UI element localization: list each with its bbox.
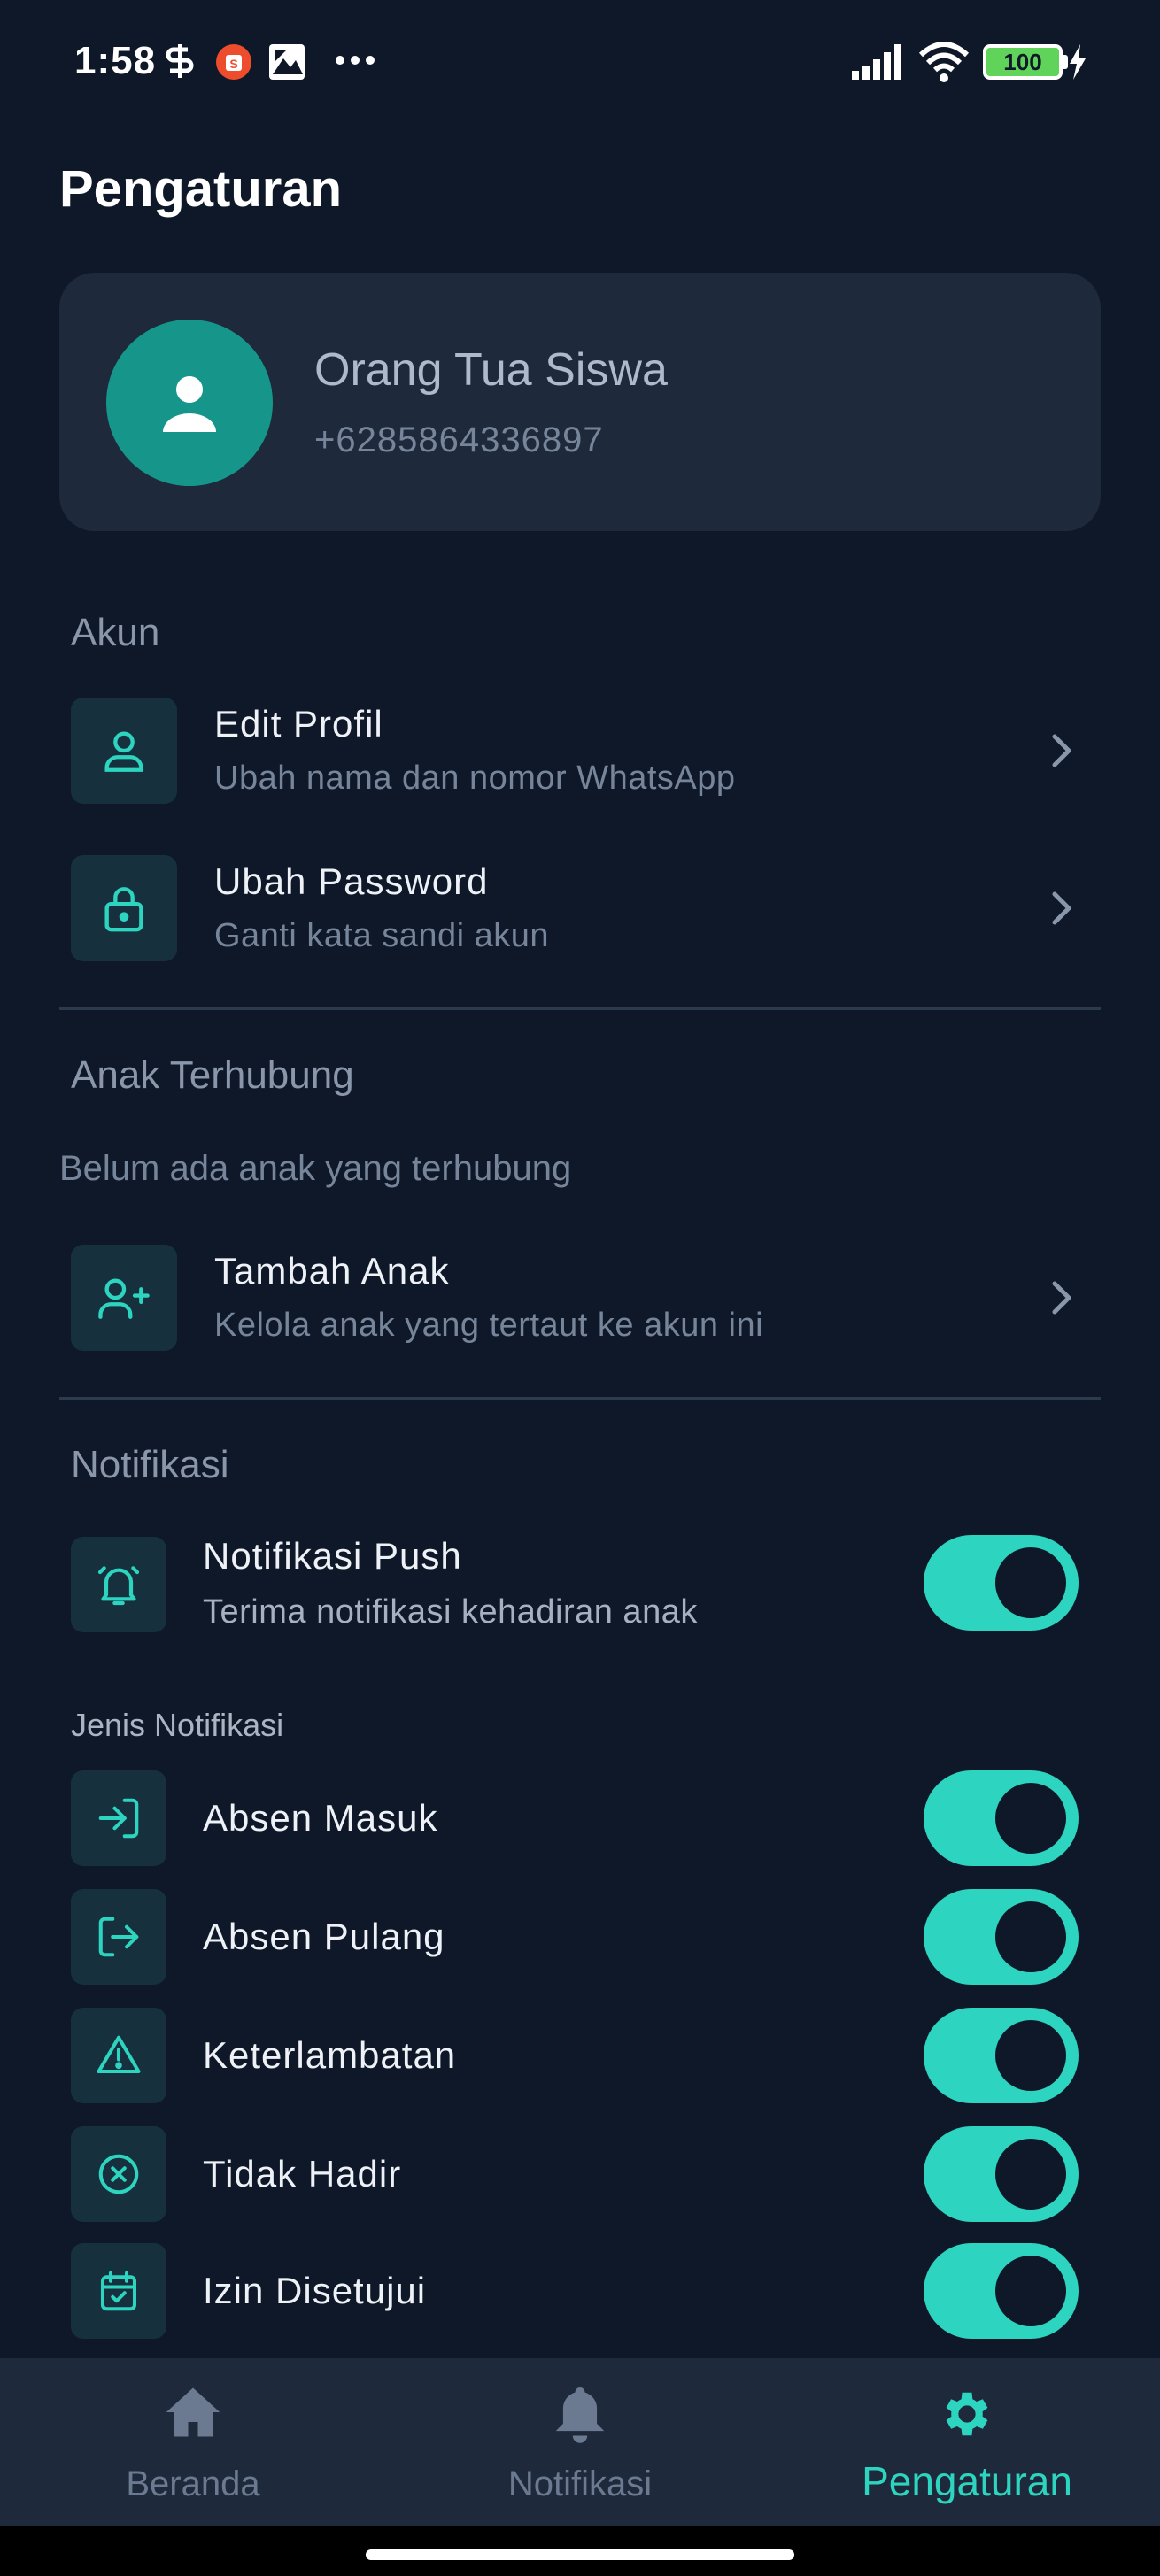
row-title: Tidak Hadir	[203, 2153, 402, 2194]
children-empty-note: Belum ada anak yang terhubung	[59, 1149, 572, 1188]
user-icon	[104, 731, 143, 772]
profile-phone: +6285864336897	[314, 420, 604, 459]
icon-box	[71, 1537, 166, 1632]
toggle-knob	[995, 2020, 1066, 2091]
section-title-account: Akun	[71, 611, 160, 654]
svg-text:S: S	[229, 57, 237, 71]
check-in-toggle[interactable]	[924, 1770, 1079, 1866]
row-subtitle: Terima notifikasi kehadiran anak	[203, 1593, 698, 1631]
nav-label: Pengaturan	[862, 2458, 1072, 2504]
absent-toggle[interactable]	[924, 2126, 1079, 2222]
row-title: Keterlambatan	[203, 2034, 457, 2076]
bottom-nav: Beranda Notifikasi Pengaturan	[0, 2358, 1160, 2526]
row-title: Edit Profil	[214, 703, 383, 744]
log-out-icon	[98, 1917, 139, 1957]
status-time: 1:58	[74, 39, 157, 82]
wifi-icon	[918, 42, 970, 82]
check-out-toggle[interactable]	[924, 1889, 1079, 1985]
chevron-right-icon	[1052, 1281, 1071, 1315]
home-icon	[166, 2387, 220, 2437]
chevron-right-icon	[1052, 891, 1071, 925]
row-subtitle: Ubah nama dan nomor WhatsApp	[214, 760, 736, 797]
icon-box	[71, 698, 177, 804]
battery-level: 100	[1003, 48, 1042, 75]
row-title: Tambah Anak	[214, 1250, 450, 1292]
gear-icon	[946, 2392, 988, 2436]
toggle-knob	[995, 2256, 1066, 2326]
divider	[59, 1007, 1101, 1010]
avatar	[106, 320, 273, 486]
nav-label: Beranda	[126, 2464, 260, 2503]
charging-bolt-icon	[1070, 44, 1086, 80]
gallery-app-icon	[269, 44, 305, 80]
profile-card[interactable]: Orang Tua Siswa +6285864336897	[59, 273, 1101, 531]
add-child-row[interactable]: Tambah Anak Kelola anak yang tertaut ke …	[59, 1243, 1101, 1353]
divider	[59, 1397, 1101, 1400]
nav-label: Notifikasi	[507, 2464, 653, 2503]
home-indicator[interactable]	[366, 2549, 794, 2560]
icon-box	[71, 2243, 166, 2339]
toggle-knob	[995, 1547, 1066, 1618]
bell-icon	[555, 2387, 605, 2443]
profile-name: Orang Tua Siswa	[314, 344, 668, 396]
nav-item-pengaturan[interactable]: Pengaturan	[774, 2358, 1160, 2526]
icon-box	[71, 1770, 166, 1866]
nav-item-beranda[interactable]: Beranda	[0, 2358, 386, 2526]
calendar-check-icon	[100, 2271, 137, 2311]
icon-box	[71, 1245, 177, 1351]
change-password-row[interactable]: Ubah Password Ganti kata sandi akun	[59, 853, 1101, 963]
user-avatar-icon	[163, 376, 216, 432]
nav-item-notifikasi[interactable]: Notifikasi	[386, 2358, 774, 2526]
toggle-knob	[995, 1901, 1066, 1972]
battery-indicator: 100	[983, 44, 1063, 80]
icon-box	[71, 855, 177, 961]
row-subtitle: Ganti kata sandi akun	[214, 917, 550, 954]
lock-icon	[104, 887, 143, 932]
x-circle-icon	[98, 2154, 139, 2194]
permission-approved-toggle[interactable]	[924, 2243, 1079, 2339]
user-plus-icon	[98, 1278, 150, 1319]
section-title-children: Anak Terhubung	[71, 1053, 354, 1097]
status-bar: 1:58 S 100	[0, 0, 1160, 133]
icon-box	[71, 2008, 166, 2103]
page-title: Pengaturan	[59, 160, 343, 218]
notification-types-title: Jenis Notifikasi	[71, 1707, 284, 1743]
section-title-notifications: Notifikasi	[71, 1443, 229, 1486]
row-title: Absen Masuk	[203, 1797, 438, 1839]
row-subtitle: Kelola anak yang tertaut ke akun ini	[214, 1307, 764, 1344]
shopee-app-icon: S	[216, 44, 251, 80]
icon-box	[71, 1889, 166, 1985]
row-title: Notifikasi Push	[203, 1535, 462, 1577]
signal-icon	[852, 44, 901, 80]
row-title: Ubah Password	[214, 860, 489, 902]
late-toggle[interactable]	[924, 2008, 1079, 2103]
log-in-icon	[98, 1798, 139, 1839]
row-title: Izin Disetujui	[203, 2270, 427, 2311]
more-dots-icon	[336, 56, 375, 65]
bell-ring-icon	[97, 1566, 140, 1606]
toggle-knob	[995, 1783, 1066, 1854]
push-notification-toggle[interactable]	[924, 1535, 1079, 1631]
notification-s-icon	[166, 44, 194, 78]
icon-box	[71, 2126, 166, 2222]
edit-profile-row[interactable]: Edit Profil Ubah nama dan nomor WhatsApp	[59, 696, 1101, 806]
row-title: Absen Pulang	[203, 1916, 445, 1957]
chevron-right-icon	[1052, 734, 1071, 767]
toggle-knob	[995, 2139, 1066, 2210]
warning-icon	[97, 2035, 141, 2074]
